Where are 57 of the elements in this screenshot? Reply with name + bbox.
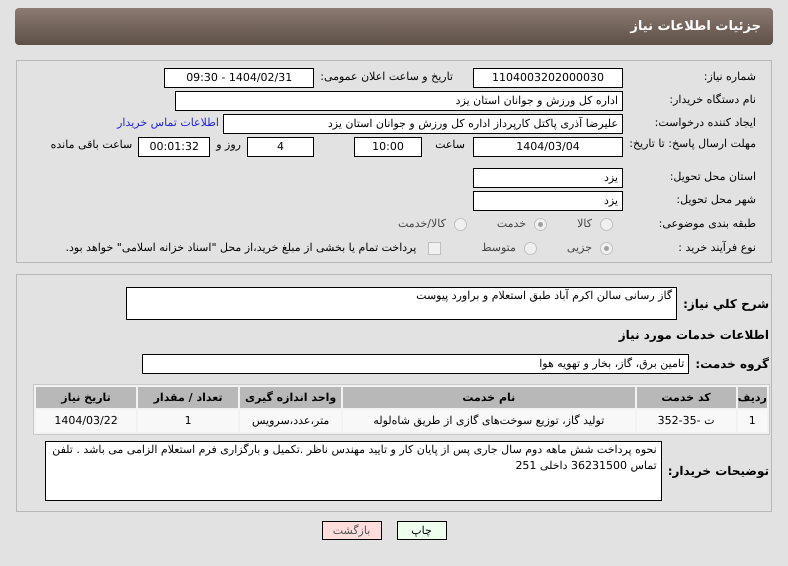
field-label: ساعت باقی مانده [50, 137, 132, 153]
column-header: واحد اندازه گیری [240, 387, 342, 408]
radio-label: کالا/خدمت [398, 216, 446, 232]
field-label: شماره نیاز: [702, 69, 756, 86]
column-header: ردیف [738, 387, 767, 408]
table-cell: 1 [138, 410, 238, 432]
text-field[interactable]: 00:01:32 [138, 137, 210, 157]
radio-label: جزیی [566, 240, 592, 256]
text-field[interactable]: 1404/03/04 [473, 137, 623, 157]
back-button[interactable]: بازگشت [322, 521, 382, 540]
radio-button[interactable] [534, 218, 548, 230]
description-box[interactable]: گاز رسانی سالن اکرم آباد طبق استعلام و براورد پیوست [126, 287, 678, 320]
text-field[interactable]: یزد [473, 190, 623, 210]
column-header: تاریخ نیاز [36, 387, 136, 408]
text-field[interactable]: یزد [473, 168, 623, 188]
text-field[interactable]: 1404/02/31 - 09:30 [164, 68, 314, 88]
radio-label: کالا [577, 216, 592, 232]
checkbox[interactable] [428, 242, 442, 254]
field-label: نوع فرآیند خرید : [677, 240, 756, 256]
field-label: گروه خدمت: [695, 356, 770, 373]
field-label: شرح کلي نياز: [683, 296, 770, 313]
text-field[interactable]: اداره کل ورزش و جوانان استان یزد [175, 90, 623, 110]
text-field[interactable]: 10:00 [354, 137, 422, 157]
table-cell: متر،عدد،سرویس [240, 410, 342, 432]
payment-note: پرداخت تمام یا بخشی از مبلغ خرید،از محل "اسناد خزانه اسلامی" خواهد بود. [66, 240, 416, 256]
table-cell: 1 [738, 410, 767, 432]
table-cell: ت -35-352 [636, 410, 736, 432]
section-title: اطلاعات خدمات مورد نیاز [618, 327, 770, 344]
field-label: ساعت [434, 137, 465, 153]
contact-link[interactable]: اطلاعات تماس خریدار [117, 115, 219, 132]
page-title: جزئیات اطلاعات نیاز [630, 18, 761, 36]
field-label: روز و [216, 137, 241, 153]
column-header: کد خدمت [636, 387, 736, 408]
field-label: تاریخ و ساعت اعلان عمومی: [320, 69, 453, 86]
field-label: توضیحات خریدار: [668, 463, 770, 480]
print-button[interactable]: چاپ [396, 521, 446, 540]
table-cell: 1404/03/22 [36, 410, 136, 432]
table-cell: تولید گاز، توزیع سوخت‌های گازی از طریق شاه‌لوله [343, 410, 634, 432]
field-label: مهلت ارسال پاسخ: تا تاریخ: [628, 137, 756, 150]
radio-button[interactable] [454, 218, 467, 230]
text-field[interactable]: 4 [247, 137, 314, 157]
field-label: نام دستگاه خریدار: [668, 92, 756, 108]
text-field[interactable]: تامین برق، گاز، بخار و تهویه هوا [142, 354, 690, 374]
radio-button[interactable] [600, 242, 613, 254]
field-label: شهر محل تحویل: [675, 192, 756, 208]
radio-button[interactable] [600, 218, 613, 230]
column-header: نام خدمت [343, 387, 634, 408]
text-field[interactable]: 1104003202000030 [473, 68, 623, 88]
field-label: ایجاد کننده درخواست: [654, 115, 756, 132]
radio-button[interactable] [524, 242, 537, 254]
column-header: تعداد / مقدار [138, 387, 238, 408]
radio-label: خدمت [496, 216, 526, 232]
field-label: طبقه بندی موضوعی: [658, 216, 756, 232]
text-field[interactable]: علیرضا آذری پاکتل کارپرداز اداره کل ورزش و جوانان استان یزد [223, 114, 623, 134]
notes-box[interactable]: نحوه پرداخت شش ماهه دوم سال جاری پس از پایان کار و تایید مهندس ناظر .تکمیل و بارگزاری فرم استعلام الزامی می باشد . تلفن تماس 36231500 داخلی 251 [44, 441, 662, 501]
radio-label: متوسط [481, 240, 516, 256]
field-label: استان محل تحویل: [668, 169, 756, 186]
